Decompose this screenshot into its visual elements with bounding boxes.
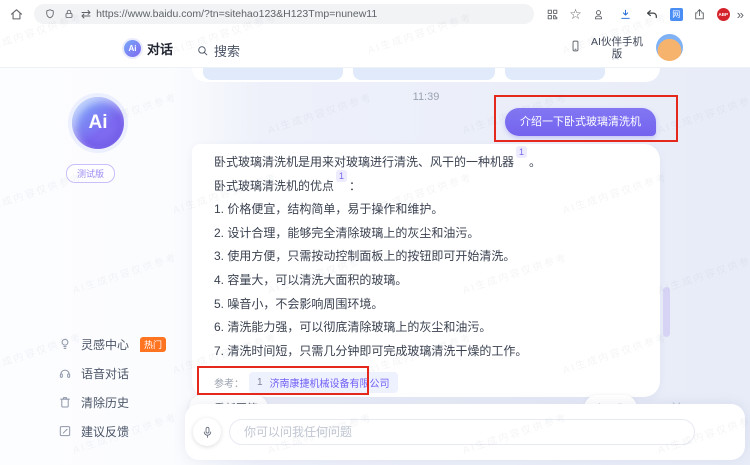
user-stamp-icon[interactable] <box>589 4 609 24</box>
undo-arrow-icon[interactable] <box>643 4 663 24</box>
share-upload-icon[interactable] <box>690 4 710 24</box>
previous-message-card <box>192 68 660 82</box>
sidebar-item-feedback[interactable]: 建议反馈 <box>58 423 166 439</box>
scrollbar-thumb[interactable] <box>663 287 670 337</box>
address-bar[interactable]: ⇄ https://www.baidu.com/?tn=sitehao123&H… <box>34 4 535 24</box>
lightbulb-icon <box>58 337 72 351</box>
answer-list-item: 3. 使用方便，只需按动控制面板上的按钮即可开始清洗。 <box>214 249 516 264</box>
trash-icon <box>58 395 72 409</box>
ai-logo: Ai <box>72 97 124 149</box>
overflow-chevrons-icon[interactable]: » <box>737 8 744 21</box>
mobile-app-label: AI伙伴手机版 <box>591 36 643 60</box>
chat-input[interactable] <box>229 419 695 445</box>
answer-list-item: 4. 容量大，可以清洗大面积的玻璃。 <box>214 272 408 287</box>
tab-search-label: 搜索 <box>214 43 241 59</box>
hot-badge: 热门 <box>140 336 167 352</box>
suggestion-chip[interactable] <box>505 68 605 80</box>
citation-marker[interactable]: 1 <box>336 169 348 182</box>
answer-list-item: 2. 设计合理，能够完全清除玻璃上的灰尘和油污。 <box>214 225 480 240</box>
message-timestamp: 11:39 <box>412 91 440 103</box>
beta-badge: 测试版 <box>66 164 116 183</box>
answer-list-item: 1. 价格便宜，结构简单，易于操作和维护。 <box>214 202 444 217</box>
net-extension-icon[interactable]: 网 <box>669 7 683 21</box>
reference-index: 1 <box>257 377 263 388</box>
reference-source-link[interactable]: 济南康捷机械设备有限公司 <box>270 375 390 390</box>
browser-extension-icons: ☆ 网 ABP » <box>542 4 744 24</box>
search-icon <box>195 40 209 60</box>
sidebar-item-label: 语音对话 <box>81 366 130 381</box>
answer-text: ： <box>349 178 362 193</box>
avatar[interactable] <box>656 34 683 61</box>
reference-pill[interactable]: 1 济南康捷机械设备有限公司 <box>249 372 398 393</box>
browser-toolbar: ⇄ https://www.baidu.com/?tn=sitehao123&H… <box>0 0 750 28</box>
answer-list-item: 5. 噪音小，不会影响周围环境。 <box>214 296 384 311</box>
star-bookmark-icon[interactable]: ☆ <box>569 7 582 21</box>
answer-list-item: 6. 清洗能力强，可以彻底清除玻璃上的灰尘和油污。 <box>214 320 492 335</box>
ai-answer-bubble: 卧式玻璃清洗机是用来对玻璃进行清洗、风干的一种机器1。 卧式玻璃清洗机的优点1：… <box>192 144 660 397</box>
message-input-bar <box>185 404 745 460</box>
user-message-bubble: 介绍一下卧式玻璃清洗机 <box>505 108 656 136</box>
answer-paragraph: 卧式玻璃清洗机是用来对玻璃进行清洗、风干的一种机器1。 <box>214 146 660 175</box>
answer-text: 。 <box>529 155 542 169</box>
tab-search[interactable]: 搜索 <box>195 40 240 60</box>
sidebar-item-label: 清除历史 <box>81 395 130 410</box>
shield-icon[interactable] <box>43 4 57 24</box>
download-icon[interactable] <box>616 4 636 24</box>
swap-arrows-icon[interactable]: ⇄ <box>81 8 91 20</box>
home-icon[interactable] <box>6 4 26 24</box>
answer-text: 卧式玻璃清洗机的优点 <box>214 178 335 193</box>
citation-marker[interactable]: 1 <box>516 146 528 158</box>
answer-text: 卧式玻璃清洗机是用来对玻璃进行清洗、风干的一种机器 <box>214 155 515 169</box>
sidebar-item-label: 建议反馈 <box>81 424 130 439</box>
answer-list-item: 7. 清洗时间短，只需几分钟即可完成玻璃清洗干燥的工作。 <box>214 343 528 358</box>
qr-code-icon[interactable] <box>542 4 562 24</box>
edit-square-icon <box>58 424 72 438</box>
sidebar-item-clear-history[interactable]: 清除历史 <box>58 394 166 410</box>
baidu-ai-chat-page: ⇄ https://www.baidu.com/?tn=sitehao123&H… <box>0 0 750 465</box>
sidebar-item-label: 灵感中心 <box>81 337 130 352</box>
ai-mini-logo-icon: Ai <box>124 40 141 57</box>
sidebar-item-inspiration[interactable]: 灵感中心 热门 <box>58 336 167 352</box>
lock-icon[interactable] <box>62 4 76 24</box>
reference-label: 参考： <box>214 379 244 390</box>
microphone-button[interactable] <box>193 418 221 446</box>
url-text[interactable]: https://www.baidu.com/?tn=sitehao123&H12… <box>96 8 377 20</box>
phone-icon <box>568 36 582 56</box>
sidebar-item-voice-chat[interactable]: 语音对话 <box>58 365 166 381</box>
adblock-icon[interactable]: ABP <box>716 7 730 21</box>
tab-chat[interactable]: Ai 对话 <box>124 39 173 58</box>
suggestion-chip[interactable] <box>203 68 343 80</box>
suggestion-chip[interactable] <box>353 68 495 80</box>
mobile-app-link[interactable]: AI伙伴手机版 <box>568 36 646 60</box>
reference-row: 参考： 1 济南康捷机械设备有限公司 <box>214 372 398 393</box>
answer-paragraph: 卧式玻璃清洗机的优点1： <box>214 169 660 199</box>
tab-chat-label: 对话 <box>147 42 174 57</box>
sidebar-menu: 灵感中心 热门 语音对话 清除历史 建议反馈 <box>58 336 167 439</box>
headset-icon <box>58 366 72 380</box>
